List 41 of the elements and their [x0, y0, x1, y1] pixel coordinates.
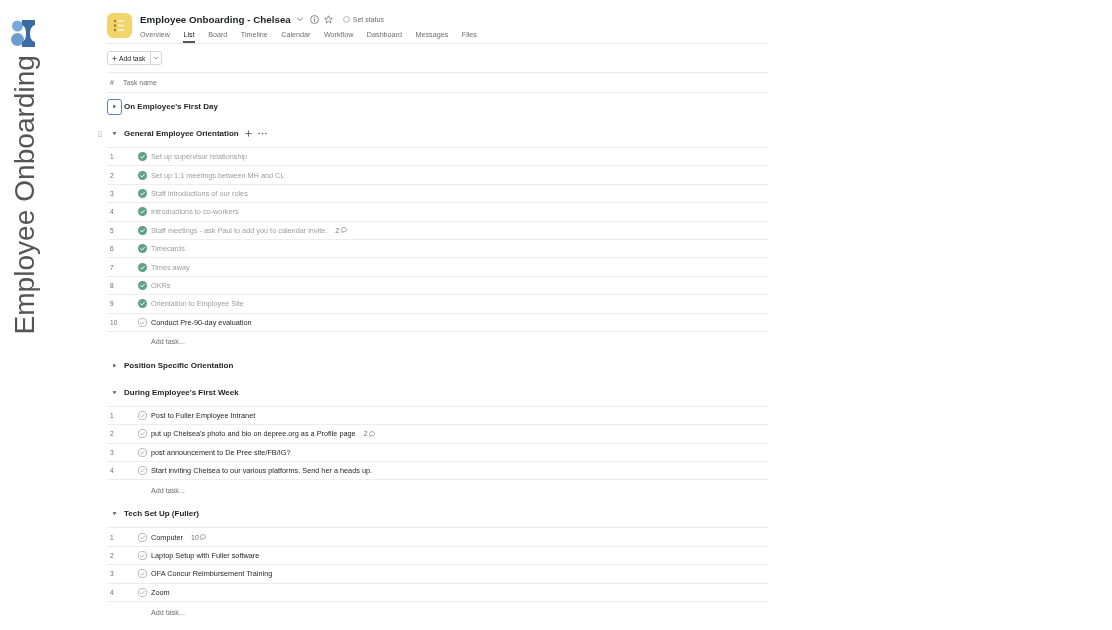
check-circle-icon[interactable] — [138, 262, 147, 272]
check-circle-icon[interactable] — [138, 447, 147, 457]
check-circle-icon[interactable] — [138, 207, 147, 217]
check-circle-icon[interactable] — [138, 587, 147, 597]
check-circle-icon[interactable] — [138, 299, 147, 309]
comment-icon — [369, 431, 376, 437]
check-circle-icon[interactable] — [138, 411, 147, 421]
check-circle-icon[interactable] — [138, 225, 147, 235]
chevron-down-icon — [153, 56, 160, 60]
comment-icon — [340, 227, 347, 234]
check-circle-icon[interactable] — [138, 170, 147, 180]
check-circle-icon[interactable] — [138, 569, 147, 579]
check-circle-icon[interactable] — [138, 188, 147, 198]
check-circle-icon[interactable] — [138, 280, 147, 290]
chevron-down-icon[interactable] — [295, 15, 304, 23]
comment-icon — [200, 534, 207, 541]
drag-handle-icon[interactable] — [98, 130, 102, 137]
check-circle-icon[interactable] — [138, 466, 147, 476]
project-title: Employee Onboarding - Chelsea — [140, 13, 291, 25]
circle-icon — [342, 15, 350, 23]
check-circle-icon[interactable] — [138, 244, 147, 254]
plus-icon — [112, 55, 117, 61]
section-title: General Employee Orientation — [124, 129, 239, 138]
dropdown-button[interactable] — [151, 51, 163, 65]
section-title: Position Specific Orientation — [124, 360, 234, 370]
more-icon[interactable] — [257, 132, 267, 135]
section-title: During Employee's First Week — [124, 387, 239, 397]
star-icon[interactable] — [323, 14, 333, 24]
check-circle-icon[interactable] — [138, 429, 147, 439]
list-icon — [107, 13, 132, 38]
logo-icon — [11, 20, 35, 47]
plus-icon[interactable] — [244, 130, 252, 137]
vertical-title: Employee Onboarding — [10, 55, 39, 335]
check-circle-icon[interactable] — [138, 551, 147, 561]
section-title: On Employee's First Day — [124, 102, 218, 111]
check-circle-icon[interactable] — [138, 532, 147, 542]
expand-toggle[interactable] — [107, 98, 122, 115]
info-icon[interactable] — [309, 14, 319, 24]
section-title: Tech Set Up (Fuller) — [124, 509, 199, 519]
check-circle-icon[interactable] — [138, 317, 147, 327]
check-circle-icon[interactable] — [138, 152, 147, 162]
